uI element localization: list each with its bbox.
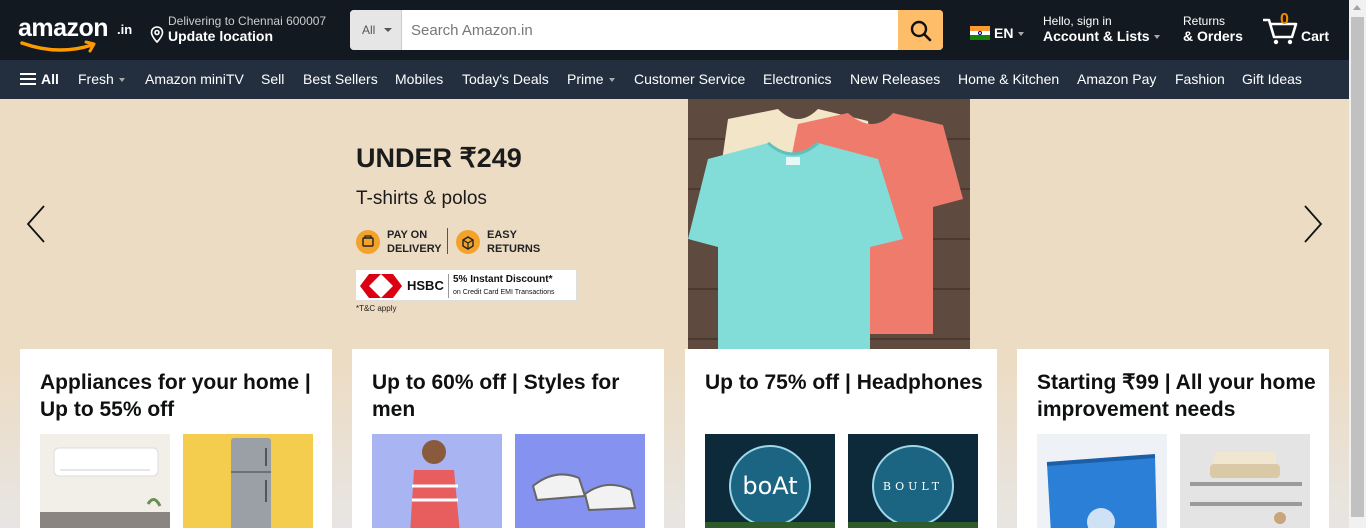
location-line1: Delivering to Chennai 600007: [168, 14, 327, 28]
top-nav: amazon .in Delivering to Chennai 600007 …: [0, 0, 1349, 60]
returns-orders[interactable]: Returns & Orders: [1183, 14, 1243, 44]
badge-divider: [447, 228, 448, 254]
nav-item-sell[interactable]: Sell: [261, 71, 284, 87]
india-flag-icon: [970, 26, 990, 40]
returns-box-icon: [456, 230, 480, 254]
caret-down-icon: [118, 78, 125, 83]
logo-text: amazon: [18, 14, 109, 42]
nav-item-prime[interactable]: Prime: [567, 71, 615, 87]
mens-fashion-image[interactable]: [372, 434, 502, 528]
bank-offer-banner: HSBC 5% Instant Discount* on Credit Card…: [355, 269, 577, 301]
caret-down-icon: [384, 28, 392, 32]
caret-down-icon: [1153, 35, 1160, 40]
nav-item-label: Fresh: [78, 71, 114, 87]
carousel-next-arrow[interactable]: [1301, 203, 1325, 245]
search-category-label: All: [362, 23, 376, 37]
language-label: EN: [994, 25, 1014, 41]
nav-item-electronics[interactable]: Electronics: [763, 71, 831, 87]
nav-item-fashion[interactable]: Fashion: [1175, 71, 1225, 87]
account-lists-label: Account & Lists: [1043, 28, 1150, 44]
returns-label: Returns: [1183, 14, 1226, 28]
nav-item-minitv[interactable]: Amazon miniTV: [145, 71, 244, 87]
caret-down-icon: [1018, 32, 1024, 36]
boat-brand-text: boAt: [742, 472, 797, 500]
cart-label: Cart: [1301, 28, 1330, 44]
smile-icon: [20, 40, 96, 53]
mop-bucket-image[interactable]: [1037, 434, 1167, 528]
orders-label: & Orders: [1183, 28, 1243, 44]
nav-item-best-sellers[interactable]: Best Sellers: [303, 71, 378, 87]
product-card[interactable]: Starting ₹99 | All your home improvement…: [1017, 349, 1329, 528]
badge2-line1: EASY: [487, 229, 517, 241]
nav-item-new-releases[interactable]: New Releases: [850, 71, 940, 87]
sneakers-image[interactable]: [515, 434, 645, 528]
account-lists[interactable]: Hello, sign in Account & Lists: [1043, 14, 1160, 44]
scroll-thumb[interactable]: [1351, 17, 1364, 517]
product-card[interactable]: Up to 60% off | Styles for men: [352, 349, 664, 528]
nav-item-mobiles[interactable]: Mobiles: [395, 71, 443, 87]
product-card[interactable]: Appliances for your home | Up to 55% off: [20, 349, 332, 528]
page-scrollbar[interactable]: [1349, 0, 1366, 528]
promo-subheadline: T-shirts & polos: [356, 188, 487, 209]
sub-nav: All Fresh Amazon miniTV Sell Best Seller…: [0, 60, 1349, 99]
cart-count: 0: [1280, 11, 1289, 28]
bank-divider: [448, 274, 449, 298]
air-conditioner-image[interactable]: [40, 434, 170, 528]
bank-offer-detail: on Credit Card EMI Transactions: [453, 289, 555, 296]
search-icon: [910, 20, 932, 42]
card-title: Up to 60% off | Styles for men: [372, 371, 620, 421]
update-location: Update location: [168, 28, 274, 44]
search-bar: All: [350, 10, 943, 50]
badge2-line2: RETURNS: [487, 243, 541, 255]
product-card[interactable]: Up to 75% off | Headphones boAt BOULT: [685, 349, 997, 528]
terms-note: *T&C apply: [356, 304, 397, 313]
hero-carousel: UNDER ₹249 T-shirts & polos PAY ON DELIVE…: [0, 99, 1349, 528]
hsbc-logo-icon: [360, 274, 402, 298]
scroll-up-icon[interactable]: [1353, 5, 1361, 10]
nav-item-label: Prime: [567, 71, 604, 87]
refrigerator-image[interactable]: [183, 434, 313, 528]
nav-item-home-kitchen[interactable]: Home & Kitchen: [958, 71, 1059, 87]
boult-headphones-image[interactable]: BOULT: [848, 434, 978, 528]
bank-offer: 5% Instant Discount*: [453, 274, 553, 285]
all-menu-label: All: [41, 71, 59, 87]
search-button[interactable]: [898, 10, 943, 50]
nav-item-todays-deals[interactable]: Today's Deals: [462, 71, 549, 87]
hamburger-icon: [20, 73, 36, 86]
tshirts-photo[interactable]: [688, 99, 970, 349]
cart-button[interactable]: 0 Cart: [1262, 10, 1334, 50]
card-title: Appliances for your home | Up to 55% off: [40, 371, 311, 421]
location-pin-icon: [150, 26, 164, 43]
badge1-line2: DELIVERY: [387, 243, 442, 255]
nav-item-customer-service[interactable]: Customer Service: [634, 71, 745, 87]
nav-item-gift-ideas[interactable]: Gift Ideas: [1242, 71, 1302, 87]
logo-suffix: .in: [117, 22, 133, 37]
search-category-dropdown[interactable]: All: [350, 10, 402, 50]
badge1-line1: PAY ON: [387, 229, 428, 241]
carousel-prev-arrow[interactable]: [24, 203, 48, 245]
nav-item-amazon-pay[interactable]: Amazon Pay: [1077, 71, 1156, 87]
amazon-logo[interactable]: amazon .in: [16, 10, 134, 53]
card-title: Starting ₹99 | All your home improvement…: [1037, 371, 1316, 421]
nav-item-fresh[interactable]: Fresh: [78, 71, 125, 87]
search-input[interactable]: [402, 10, 898, 50]
boult-brand-text: BOULT: [883, 480, 943, 493]
towel-rack-image[interactable]: [1180, 434, 1310, 528]
caret-down-icon: [608, 78, 615, 83]
account-greeting: Hello, sign in: [1043, 14, 1112, 28]
card-title: Up to 75% off | Headphones: [705, 371, 983, 394]
all-menu-button[interactable]: All: [20, 71, 59, 87]
boat-headphones-image[interactable]: boAt: [705, 434, 835, 528]
delivery-icon: [356, 230, 380, 254]
promo-headline: UNDER ₹249: [356, 143, 522, 173]
bank-name: HSBC: [407, 278, 444, 293]
